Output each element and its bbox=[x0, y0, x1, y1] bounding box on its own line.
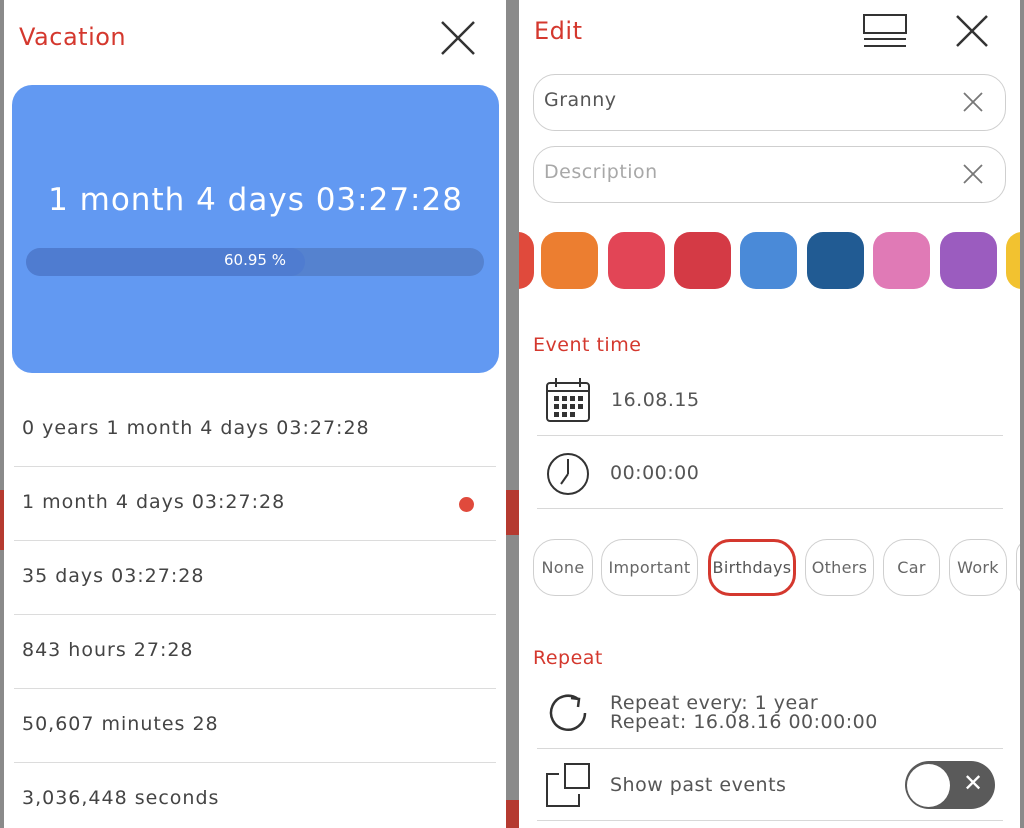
show-past-label: Show past events bbox=[610, 774, 787, 796]
progress-bar: 60.95 % bbox=[26, 248, 484, 276]
color-swatch[interactable] bbox=[940, 232, 997, 289]
page-title: Vacation bbox=[19, 23, 127, 51]
copy-button[interactable] bbox=[545, 762, 591, 812]
list-item[interactable]: 3,036,448 seconds bbox=[14, 763, 496, 828]
category-chip-more[interactable] bbox=[1016, 539, 1020, 596]
event-time-heading: Event time bbox=[533, 334, 642, 356]
color-swatch[interactable] bbox=[1006, 232, 1020, 289]
selected-dot-icon bbox=[459, 497, 474, 512]
edit-panel: Edit Event time bbox=[519, 0, 1020, 828]
date-value[interactable]: 16.08.15 bbox=[611, 389, 700, 411]
color-swatch[interactable] bbox=[608, 232, 665, 289]
close-icon bbox=[441, 21, 475, 55]
list-item-text: 1 month 4 days 03:27:28 bbox=[22, 491, 286, 513]
category-chip-birthdays[interactable]: Birthdays bbox=[708, 539, 796, 596]
clear-icon bbox=[963, 164, 983, 184]
list-item-text: 50,607 minutes 28 bbox=[22, 713, 219, 735]
category-chip-others[interactable]: Others bbox=[805, 539, 874, 596]
color-swatch[interactable] bbox=[807, 232, 864, 289]
list-item-text: 843 hours 27:28 bbox=[22, 639, 194, 661]
list-view-icon bbox=[863, 14, 907, 47]
color-swatch[interactable] bbox=[541, 232, 598, 289]
list-item[interactable]: 50,607 minutes 28 bbox=[14, 689, 496, 763]
description-field[interactable] bbox=[533, 146, 1006, 203]
list-item[interactable]: 843 hours 27:28 bbox=[14, 615, 496, 689]
list-item-text: 3,036,448 seconds bbox=[22, 787, 220, 809]
clear-icon bbox=[963, 92, 983, 112]
repeat-button[interactable] bbox=[545, 690, 591, 740]
toggle-knob bbox=[907, 764, 950, 807]
close-icon bbox=[956, 15, 988, 47]
list-view-button[interactable] bbox=[862, 13, 908, 53]
description-input[interactable] bbox=[544, 161, 934, 183]
clear-name-button[interactable] bbox=[963, 92, 983, 116]
category-chip-important[interactable]: Important bbox=[601, 539, 698, 596]
vacation-panel: Vacation 1 month 4 days 03:27:28 60.95 %… bbox=[4, 0, 506, 828]
time-value[interactable]: 00:00:00 bbox=[610, 462, 699, 484]
list-item-text: 35 days 03:27:28 bbox=[22, 565, 205, 587]
name-field[interactable] bbox=[533, 74, 1006, 131]
progress-label: 60.95 % bbox=[224, 251, 286, 269]
repeat-heading: Repeat bbox=[533, 647, 603, 669]
copy-icon bbox=[546, 763, 590, 807]
countdown-text: 1 month 4 days 03:27:28 bbox=[48, 182, 463, 218]
color-swatch[interactable] bbox=[740, 232, 797, 289]
show-past-toggle[interactable]: ✕ bbox=[905, 761, 995, 809]
clear-description-button[interactable] bbox=[963, 164, 983, 188]
time-picker-button[interactable] bbox=[545, 451, 591, 501]
close-button[interactable] bbox=[440, 20, 476, 60]
color-swatch[interactable] bbox=[674, 232, 731, 289]
clock-icon bbox=[547, 453, 589, 495]
color-swatch[interactable] bbox=[873, 232, 930, 289]
calendar-icon bbox=[546, 378, 590, 422]
repeat-every-text: Repeat every: 1 year bbox=[610, 692, 819, 714]
close-edit-button[interactable] bbox=[955, 14, 989, 52]
name-input[interactable] bbox=[544, 89, 934, 111]
repeat-next-text: Repeat: 16.08.16 00:00:00 bbox=[610, 711, 878, 733]
category-chip-none[interactable]: None bbox=[533, 539, 593, 596]
list-item[interactable]: 0 years 1 month 4 days 03:27:28 bbox=[14, 393, 496, 467]
edit-title: Edit bbox=[534, 17, 583, 45]
category-chip-car[interactable]: Car bbox=[883, 539, 940, 596]
color-swatch[interactable] bbox=[519, 232, 534, 289]
toggle-off-icon: ✕ bbox=[963, 769, 984, 797]
repeat-icon bbox=[549, 694, 587, 731]
list-item-text: 0 years 1 month 4 days 03:27:28 bbox=[22, 417, 370, 439]
date-picker-button[interactable] bbox=[545, 377, 591, 427]
list-item[interactable]: 1 month 4 days 03:27:28 bbox=[14, 467, 496, 541]
list-item[interactable]: 35 days 03:27:28 bbox=[14, 541, 496, 615]
category-chip-work[interactable]: Work bbox=[949, 539, 1007, 596]
countdown-card: 1 month 4 days 03:27:28 60.95 % bbox=[12, 85, 499, 373]
